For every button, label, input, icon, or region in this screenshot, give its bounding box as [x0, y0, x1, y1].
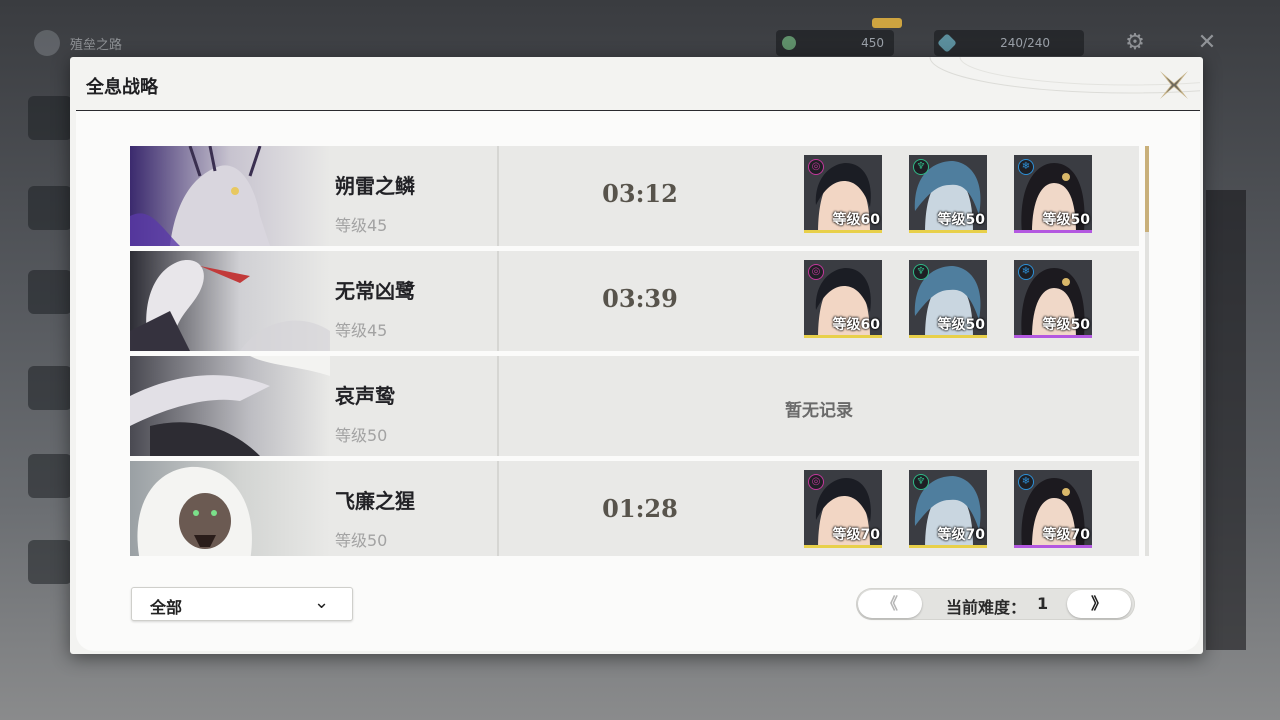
side-nav-item-6[interactable] [28, 540, 72, 584]
boss-level: 等级45 [335, 216, 388, 235]
rarity-bar [909, 545, 987, 548]
member-level: 等级50 [937, 317, 985, 333]
close-icon[interactable] [1156, 68, 1192, 102]
boss-portrait [130, 146, 330, 246]
element-icon: ◎ [808, 159, 824, 175]
member-level: 等级70 [1042, 527, 1090, 543]
element-icon: ♆ [913, 264, 929, 280]
previous-difficulty-button[interactable]: 《 [858, 590, 922, 618]
boss-name: 无常凶鹭 [335, 279, 415, 303]
team-member-portrait[interactable]: ♆ 等级70 [909, 470, 987, 548]
member-level: 等级60 [832, 212, 880, 228]
boss-name: 朔雷之鳞 [335, 174, 415, 198]
difficulty-label: 当前难度： [946, 598, 1027, 617]
boss-level: 等级45 [335, 321, 388, 340]
team-member-portrait[interactable]: ♆ 等级50 [909, 260, 987, 338]
filter-selected-value: 全部 [150, 598, 183, 617]
side-nav-item-4[interactable] [28, 366, 72, 410]
rarity-bar [804, 230, 882, 233]
team-member-portrait[interactable]: ♆ 等级50 [909, 155, 987, 233]
boss-level: 等级50 [335, 531, 388, 550]
element-icon: ❄ [1018, 264, 1034, 280]
boss-record-row[interactable]: 无常凶鹭 等级45 03:39 ◎ 等级60 ♆ 等级50 ❄ 等级50 [130, 251, 1139, 351]
list-scrollbar[interactable] [1145, 146, 1149, 556]
member-level: 等级60 [832, 317, 880, 333]
background-title: 殖垒之路 [70, 38, 123, 53]
element-icon: ◎ [808, 264, 824, 280]
team-member-portrait[interactable]: ◎ 等级70 [804, 470, 882, 548]
boss-portrait [130, 251, 330, 351]
chevron-down-icon: ⌄ [314, 592, 330, 613]
boss-record-list[interactable]: 朔雷之鳞 等级45 03:12 ◎ 等级60 ♆ 等级50 ❄ 等级50 无常凶… [130, 146, 1139, 556]
next-difficulty-button[interactable]: 》 [1067, 590, 1131, 618]
menu-icon [34, 30, 60, 56]
boss-record-row[interactable]: 哀声鸷 等级50 暂无记录 [130, 356, 1139, 456]
element-icon: ◎ [808, 474, 824, 490]
settings-icon[interactable]: ⚙ [1120, 28, 1150, 58]
difficulty-value: 1 [1037, 594, 1049, 613]
rarity-bar [909, 230, 987, 233]
team-member-portrait[interactable]: ◎ 等级60 [804, 155, 882, 233]
boss-name: 哀声鸷 [335, 384, 395, 408]
background-right-panel [1206, 190, 1246, 650]
row-divider [497, 461, 499, 556]
rarity-bar [1014, 545, 1092, 548]
clear-time: 03:12 [602, 179, 678, 208]
member-level: 等级70 [832, 527, 880, 543]
row-divider [497, 251, 499, 351]
team-member-portrait[interactable]: ❄ 等级50 [1014, 155, 1092, 233]
side-nav-item-2[interactable] [28, 186, 72, 230]
side-nav-item-3[interactable] [28, 270, 72, 314]
team-member-portrait[interactable]: ◎ 等级60 [804, 260, 882, 338]
holographic-strategy-dialog: 全息战略 朔雷之鳞 等级45 03:12 ◎ 等级60 ♆ 等级50 ❄ 等级5… [70, 57, 1203, 654]
member-level: 等级50 [1042, 212, 1090, 228]
rarity-bar [804, 335, 882, 338]
resource-counter-2: 240/240 [934, 30, 1084, 56]
boss-portrait [130, 356, 330, 456]
boss-portrait [130, 461, 330, 556]
no-record-text: 暂无记录 [785, 401, 853, 421]
crystal-icon [782, 36, 796, 50]
filter-dropdown[interactable]: 全部 ⌄ [131, 587, 353, 621]
resource-counter-1: 450 [776, 30, 894, 56]
boss-name: 飞廉之猩 [335, 489, 415, 513]
difficulty-pager: 《 当前难度： 1 》 [856, 588, 1135, 620]
boss-record-row[interactable]: 朔雷之鳞 等级45 03:12 ◎ 等级60 ♆ 等级50 ❄ 等级50 [130, 146, 1139, 246]
side-nav-item-1[interactable] [28, 96, 72, 140]
element-icon: ♆ [913, 474, 929, 490]
exit-icon[interactable]: ✕ [1192, 28, 1222, 58]
clear-time: 01:28 [602, 494, 678, 523]
team-member-portrait[interactable]: ❄ 等级70 [1014, 470, 1092, 548]
dialog-title: 全息战略 [86, 77, 158, 98]
element-icon: ❄ [1018, 159, 1034, 175]
clear-time: 03:39 [602, 284, 678, 313]
boss-record-row[interactable]: 飞廉之猩 等级50 01:28 ◎ 等级70 ♆ 等级70 ❄ 等级70 [130, 461, 1139, 556]
new-badge [872, 18, 902, 28]
energy-icon [937, 33, 957, 53]
member-level: 等级70 [937, 527, 985, 543]
element-icon: ♆ [913, 159, 929, 175]
side-nav-item-5[interactable] [28, 454, 72, 498]
member-level: 等级50 [937, 212, 985, 228]
boss-level: 等级50 [335, 426, 388, 445]
team-member-portrait[interactable]: ❄ 等级50 [1014, 260, 1092, 338]
rarity-bar [1014, 335, 1092, 338]
resource-value-1: 450 [861, 36, 884, 50]
row-divider [497, 146, 499, 246]
resource-value-2: 240/240 [1000, 36, 1050, 50]
rarity-bar [909, 335, 987, 338]
member-level: 等级50 [1042, 317, 1090, 333]
rarity-bar [804, 545, 882, 548]
scroll-thumb[interactable] [1145, 146, 1149, 232]
element-icon: ❄ [1018, 474, 1034, 490]
rarity-bar [1014, 230, 1092, 233]
dialog-header: 全息战略 [70, 57, 1203, 111]
